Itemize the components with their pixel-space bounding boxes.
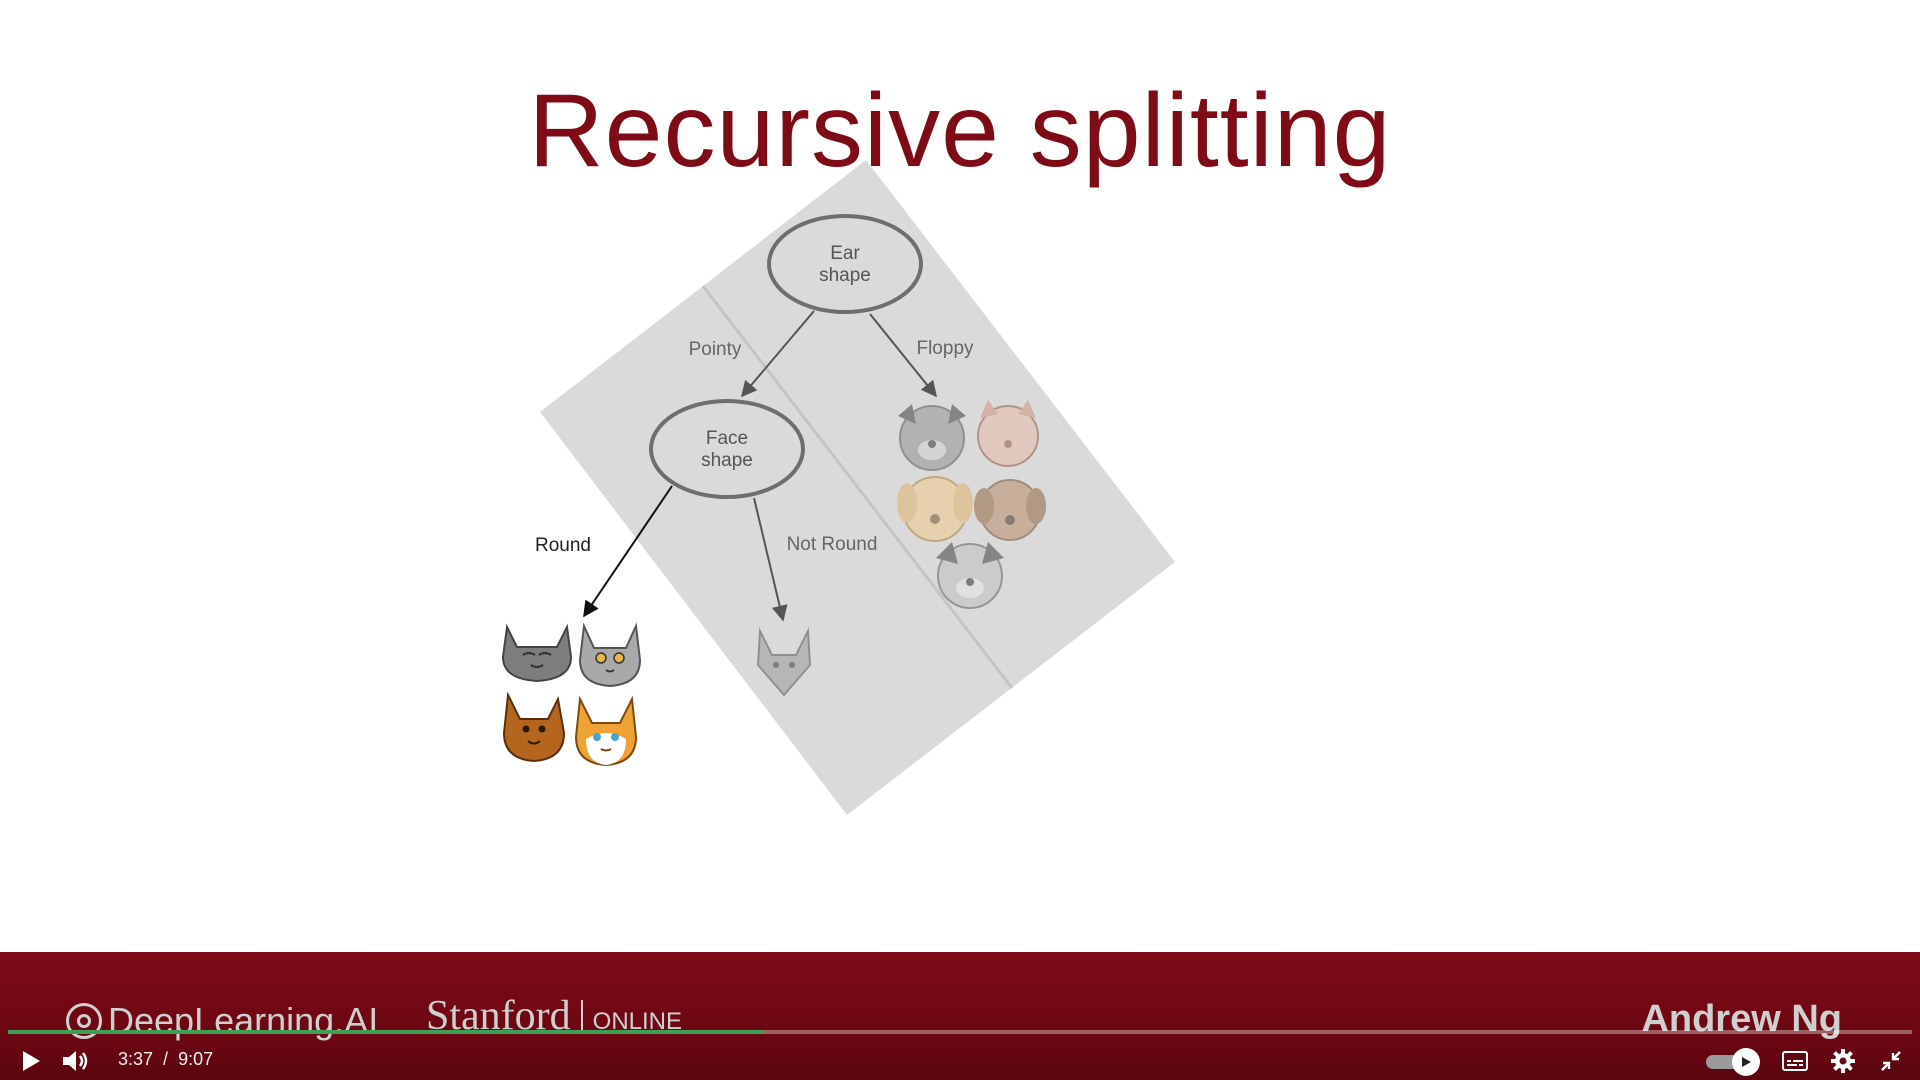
- time-display: 3:37 / 9:07: [118, 1049, 213, 1070]
- dog-icon: [936, 542, 1004, 609]
- slide: Recursive splitting Ear shape Face shape: [0, 0, 1920, 952]
- closed-captions-icon: [1782, 1051, 1808, 1071]
- branch-label-not-round: Not Round: [787, 534, 878, 555]
- logo-divider: [580, 1000, 583, 1034]
- branch-label-round: Round: [535, 535, 591, 556]
- video-progress-bar[interactable]: [8, 1030, 1912, 1034]
- settings-button[interactable]: [1826, 1046, 1860, 1076]
- node-face-shape-line2: shape: [701, 450, 753, 471]
- decision-tree-diagram: Ear shape Face shape Pointy Floppy Round…: [501, 160, 1175, 815]
- deeplearning-ai-logo-text: DeepLearning.AI: [108, 1000, 379, 1041]
- time-separator: /: [163, 1049, 169, 1069]
- deeplearning-ai-logo: DeepLearning.AI: [66, 1000, 378, 1042]
- node-ear-shape-line1: Ear: [830, 243, 860, 264]
- cat-icon: [501, 623, 573, 683]
- exit-fullscreen-button[interactable]: [1874, 1046, 1908, 1076]
- autoplay-toggle[interactable]: [1702, 1048, 1760, 1076]
- exit-fullscreen-icon: [1881, 1051, 1901, 1071]
- autoplay-toggle-track: [1706, 1048, 1760, 1076]
- play-icon: [1742, 1057, 1751, 1067]
- branch-label-pointy: Pointy: [689, 339, 742, 360]
- node-face-shape-line1: Face: [706, 428, 748, 449]
- duration: 9:07: [178, 1049, 214, 1069]
- branch-label-floppy: Floppy: [916, 338, 974, 359]
- closed-captions-button[interactable]: [1778, 1046, 1812, 1076]
- play-button[interactable]: [14, 1046, 48, 1076]
- video-progress-fill: [8, 1030, 764, 1034]
- dog-icon: [977, 400, 1039, 467]
- cat-icon: [578, 622, 642, 688]
- instructor-name: Andrew Ng: [1641, 998, 1842, 1040]
- video-controls: 3:37 / 9:07: [0, 1040, 1920, 1080]
- gear-icon: [1831, 1049, 1855, 1073]
- autoplay-toggle-knob: [1732, 1048, 1760, 1076]
- dog-icon: [898, 404, 966, 471]
- node-ear-shape-line2: shape: [819, 265, 871, 286]
- play-icon: [23, 1051, 40, 1071]
- volume-button[interactable]: [58, 1046, 92, 1076]
- cat-icon: [574, 695, 638, 767]
- current-time: 3:37: [118, 1049, 154, 1069]
- cat-icon: [502, 691, 566, 763]
- volume-icon: [63, 1051, 88, 1071]
